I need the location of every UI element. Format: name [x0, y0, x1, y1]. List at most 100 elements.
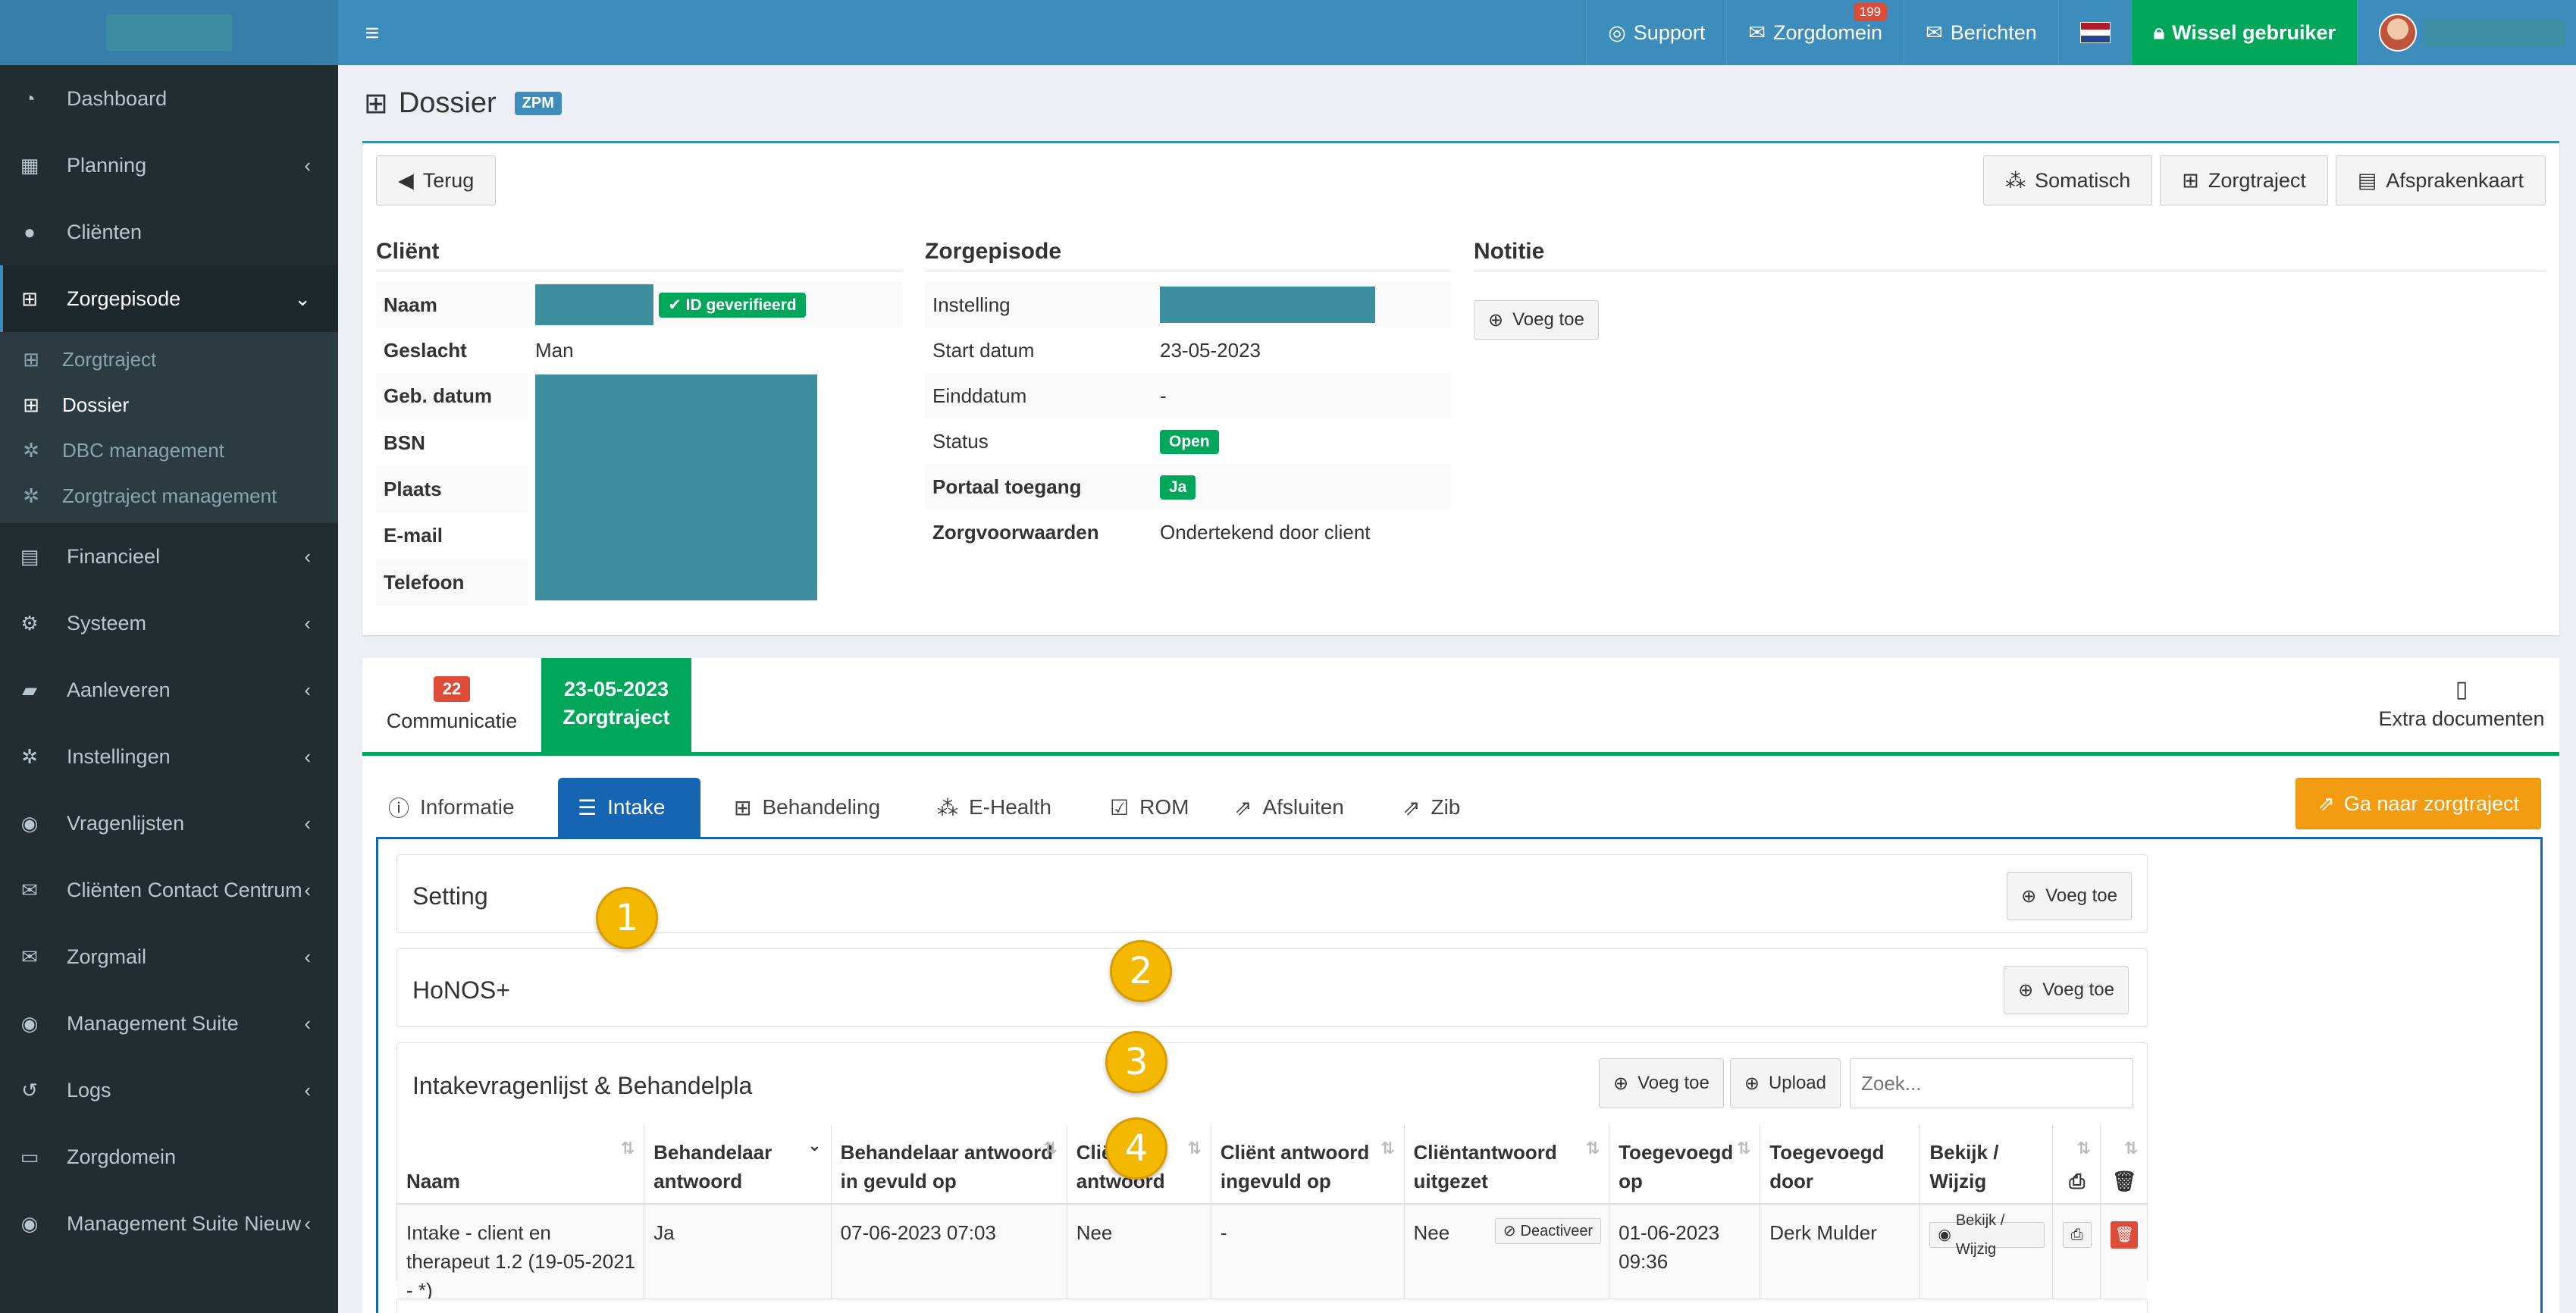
episode-table: Instelling Start datum 23-05-2023 Einddat… [925, 282, 1451, 555]
subtab-zib[interactable]: ⇗ Zib [1383, 778, 1480, 837]
zorgtraject-button[interactable]: ⊞ Zorgtraject [2160, 155, 2328, 205]
notitie-section: Notitie ⊕ Voeg toe [1474, 239, 2546, 340]
col-toegevoegd-door[interactable]: Toegevoegd door [1760, 1125, 1921, 1205]
delete-button[interactable]: 🗑︎ [2111, 1221, 2139, 1249]
sidebar-item-instellingen[interactable]: ✲ Instellingen ‹ [0, 723, 338, 790]
submenu-item-dossier[interactable]: ⊞ Dossier [0, 382, 338, 428]
sidebar-item-systeem[interactable]: ⚙ Systeem ‹ [0, 590, 338, 656]
add-note-button[interactable]: ⊕ Voeg toe [1474, 300, 1599, 340]
sidebar-item-zorgmail[interactable]: ✉ Zorgmail ‹ [0, 923, 338, 990]
sidebar-item-aanleveren[interactable]: ▰ Aanleveren ‹ [0, 656, 338, 723]
row-key: BSN [384, 431, 425, 454]
col-behandelaar-op[interactable]: Behandelaar antwoord in gevuld op ⇅ [831, 1125, 1067, 1205]
globe-icon: ◉ [20, 1011, 39, 1035]
afsprakenkaart-button[interactable]: ▤ Afsprakenkaart [2335, 155, 2546, 205]
panel-setting-title: Setting [412, 882, 488, 910]
table-row[interactable]: Intake - client en therapeut 1.2 (19-05-… [397, 1204, 2147, 1312]
ban-icon: ⊘ [1503, 1223, 1516, 1239]
subtab-afsluiten[interactable]: ⇗ Afsluiten [1214, 778, 1364, 837]
col-print[interactable]: ⇅ ⎙ [2052, 1125, 2101, 1205]
communicatie-label: Communicatie [386, 710, 518, 732]
dashboard-icon: ◔ [24, 86, 36, 110]
subtab-e-health[interactable]: ⁂ E-Health [917, 778, 1071, 837]
col-bekijk[interactable]: Bekijk / Wijzig [1919, 1125, 2053, 1205]
main-content: ⊞ Dossier ZPM ◀ Terug ⁂ Somatisch ⊞ Zorgtra… [338, 65, 2576, 1313]
chevron-left-icon: ‹ [304, 945, 311, 968]
sidebar-item-vragenlijsten[interactable]: ◉ Vragenlijsten ‹ [0, 790, 338, 857]
somatisch-button[interactable]: ⁂ Somatisch [1983, 155, 2153, 205]
view-edit-button[interactable]: ◉ Bekijk / Wijzig [1929, 1212, 2045, 1258]
subtab-behandeling[interactable]: ⊞ Behandeling [714, 778, 900, 837]
intake-add-button[interactable]: ⊕ Voeg toe [1598, 1058, 1724, 1108]
logo-area[interactable] [0, 0, 338, 65]
submenu-item-label: Zorgtraject [62, 347, 157, 371]
header-label: Naam [406, 1170, 460, 1192]
go-to-zorgtraject-button[interactable]: ⇗ Ga naar zorgtraject [2296, 778, 2541, 829]
sidebar-item-clienten[interactable]: ● Cliënten [0, 199, 338, 265]
deactiveer-button[interactable]: ⊘ Deactiveer [1494, 1218, 1602, 1244]
switch-user-button[interactable]: 🔒︎ Wissel gebruiker [2131, 0, 2357, 65]
zorgdomein-link[interactable]: ✉ Zorgdomein 199 [1726, 0, 1904, 65]
back-button[interactable]: ◀ Terug [376, 155, 497, 205]
row-value: Ja [1152, 464, 1451, 509]
subtab-intake[interactable]: ☰ Intake [558, 778, 700, 837]
logo [106, 14, 232, 51]
zorgtraject-tab-label: Zorgtraject [563, 706, 670, 729]
sort-icon: ⇅ [1043, 1139, 1058, 1158]
client-row: Geb. datum [376, 373, 902, 606]
sidebar-item-financieel[interactable]: ▤ Financieel ‹ [0, 523, 338, 590]
cell-toegevoegd-op: 01-06-2023 09:36 [1609, 1204, 1761, 1312]
sidebar-item-logs[interactable]: ↺ Logs ‹ [0, 1057, 338, 1123]
annotation-marker-1: 1 [596, 887, 658, 949]
sidebar-item-planning[interactable]: ▦ Planning ‹ [0, 132, 338, 199]
print-button[interactable]: ⎙ [2062, 1222, 2092, 1248]
tab-zorgtraject[interactable]: 23-05-2023 Zorgtraject [541, 658, 691, 752]
upload-button[interactable]: ⊕ Upload [1729, 1058, 1841, 1108]
sidebar-item-label: Cliënten [67, 220, 143, 243]
tabs-area: 22 Communicatie 23-05-2023 Zorgtraject ▯… [362, 658, 2559, 1313]
switch-user-label: Wissel gebruiker [2172, 20, 2336, 44]
language-flag-button[interactable] [2057, 0, 2132, 65]
row-key: Status [932, 429, 989, 453]
sidebar-item-management-suite-nieuw[interactable]: ◉ Management Suite Nieuw ‹ [0, 1190, 338, 1257]
subtab-informatie[interactable]: ⓘ Informatie [368, 778, 534, 837]
search-input[interactable] [1850, 1058, 2133, 1108]
row-value [1152, 282, 1451, 327]
cell-behandelaar-op: 07-06-2023 07:03 [831, 1204, 1067, 1312]
setting-add-button[interactable]: ⊕ Voeg toe [2007, 872, 2132, 920]
sidebar-item-management-suite[interactable]: ◉ Management Suite ‹ [0, 990, 338, 1057]
sidebar-item-dashboard[interactable]: ◔ Dashboard [0, 65, 338, 132]
inbox-icon: ▭ [20, 1145, 39, 1168]
row-key: Zorgvoorwaarden [932, 520, 1099, 544]
support-link[interactable]: ◎ Support [1586, 0, 1726, 65]
sidebar-item-zorgdomein[interactable]: ▭ Zorgdomein [0, 1123, 338, 1190]
user-menu[interactable] [2357, 0, 2576, 65]
envelope-icon: ✉ [21, 945, 38, 968]
book-icon: ▤ [20, 544, 39, 568]
panel-setting: Setting ⊕ Voeg toe [396, 854, 2148, 933]
sidebar-item-clienten-contact-centrum[interactable]: ✉ Cliënten Contact Centrum ‹ [0, 857, 338, 923]
col-behandelaar-antwoord[interactable]: Behandelaar antwoord ⌄ [644, 1125, 832, 1205]
notification-badge: 199 [1853, 3, 1888, 21]
sidebar-item-label: Dashboard [67, 86, 168, 110]
tab-extra-documenten[interactable]: ▯ Extra documenten [2374, 658, 2549, 752]
honos-add-button[interactable]: ⊕ Voeg toe [2004, 966, 2129, 1014]
subtab-rom[interactable]: ☑ ROM [1090, 778, 1208, 837]
submenu-item-zorgtraject[interactable]: ⊞ Zorgtraject [0, 337, 338, 382]
upload-circle-icon: ⊕ [1744, 1073, 1760, 1094]
sidebar-item-zorgepisode[interactable]: ⊞ Zorgepisode ⌄ [0, 265, 338, 332]
menu-toggle-icon[interactable]: ≡ [338, 19, 406, 47]
toolbar-right: ⁂ Somatisch ⊞ Zorgtraject ▤ Afsprakenkaart [1983, 155, 2546, 205]
submenu-item-zorgtraject-management[interactable]: ✲ Zorgtraject management [0, 473, 338, 519]
col-delete[interactable]: ⇅ 🗑︎ [2100, 1125, 2147, 1205]
cell-uitgezet: Nee ⊘ Deactiveer [1404, 1204, 1610, 1312]
col-toegevoegd-op[interactable]: Toegevoegd op ⇅ [1609, 1125, 1761, 1205]
berichten-link[interactable]: ✉ Berichten [1904, 0, 2058, 65]
col-naam[interactable]: Naam ⇅ [397, 1125, 645, 1205]
col-client-op[interactable]: Cliënt antwoord ingevuld op ⇅ [1211, 1125, 1405, 1205]
tab-communicatie[interactable]: 22 Communicatie [362, 658, 541, 752]
sort-icon: ⇅ [1187, 1139, 1202, 1158]
submenu-item-dbc-management[interactable]: ✲ DBC management [0, 428, 338, 473]
page-title: ⊞ Dossier ZPM [364, 86, 562, 121]
col-uitgezet[interactable]: Cliëntantwoord uitgezet ⇅ [1404, 1125, 1610, 1205]
